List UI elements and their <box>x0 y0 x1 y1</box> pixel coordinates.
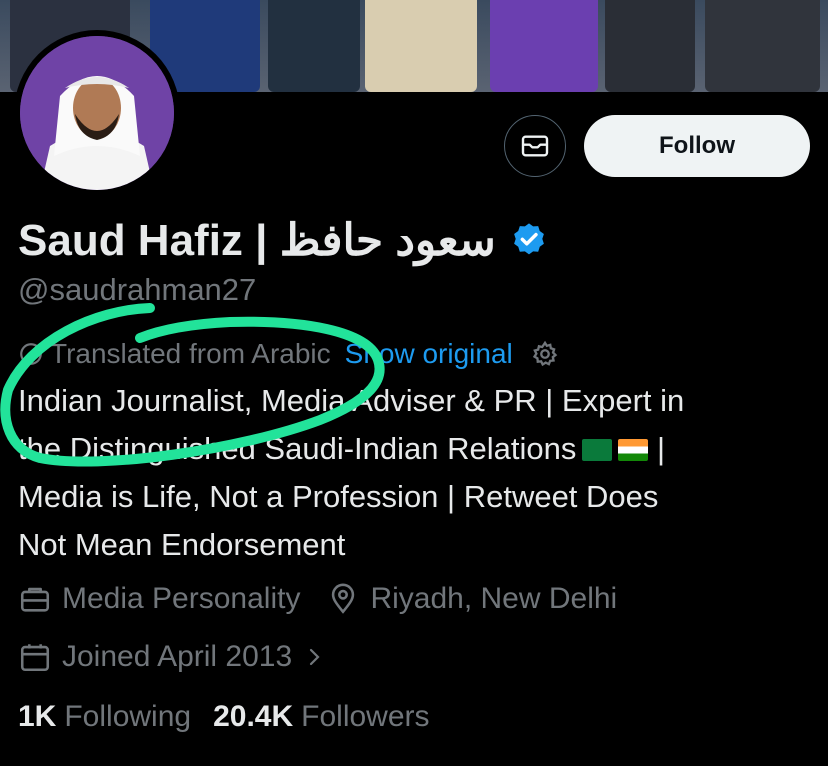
verified-badge-icon[interactable] <box>510 221 548 259</box>
profile-bio: Indian Journalist, Media Adviser & PR | … <box>18 377 808 569</box>
user-handle: @saudrahman27 <box>18 272 257 307</box>
follow-stats: 1K Following 20.4K Followers <box>18 700 452 734</box>
bio-line: Media is Life, Not a Profession | Retwee… <box>18 479 659 514</box>
profile-location: Riyadh, New Delhi <box>370 582 618 615</box>
location-pin-icon <box>332 583 355 614</box>
bio-line: Not Mean Endorsement <box>18 527 346 562</box>
following-label: Following <box>64 700 192 733</box>
following-link[interactable]: 1K Following <box>18 700 213 734</box>
bio-line: Indian Journalist, Media Adviser & PR | … <box>18 383 685 418</box>
joined-date: Joined April 2013 <box>62 640 293 673</box>
profile-meta-row: Media Personality Riyadh, New Delhi <box>18 582 617 616</box>
show-original-link[interactable]: Show original <box>345 338 513 370</box>
avatar-photo <box>20 36 174 190</box>
joined-row[interactable]: Joined April 2013 <box>18 640 336 674</box>
chevron-right-icon <box>310 648 320 666</box>
india-flag-icon <box>618 439 649 461</box>
following-count: 1K <box>18 700 57 733</box>
profile-category: Media Personality <box>62 582 301 615</box>
display-name: Saud Hafiz | سعود حافظ <box>18 215 496 265</box>
translation-note: Translated from Arabic <box>50 338 331 369</box>
globe-icon <box>20 343 42 365</box>
translation-row: Translated from Arabic Show original <box>18 335 559 373</box>
saudi-flag-icon <box>582 439 613 461</box>
followers-link[interactable]: 20.4K Followers <box>213 700 451 734</box>
follow-button[interactable]: Follow <box>584 115 810 177</box>
message-button[interactable] <box>504 115 566 177</box>
envelope-icon <box>521 135 549 157</box>
calendar-icon <box>20 644 50 672</box>
display-name-row: Saud Hafiz | سعود حافظ <box>18 210 548 270</box>
followers-label: Followers <box>301 700 430 733</box>
bio-line: the Distinguished Saudi-Indian Relations… <box>18 431 666 466</box>
briefcase-icon <box>20 587 50 612</box>
gear-icon[interactable] <box>531 340 559 368</box>
avatar[interactable] <box>14 30 180 196</box>
followers-count: 20.4K <box>213 700 294 733</box>
